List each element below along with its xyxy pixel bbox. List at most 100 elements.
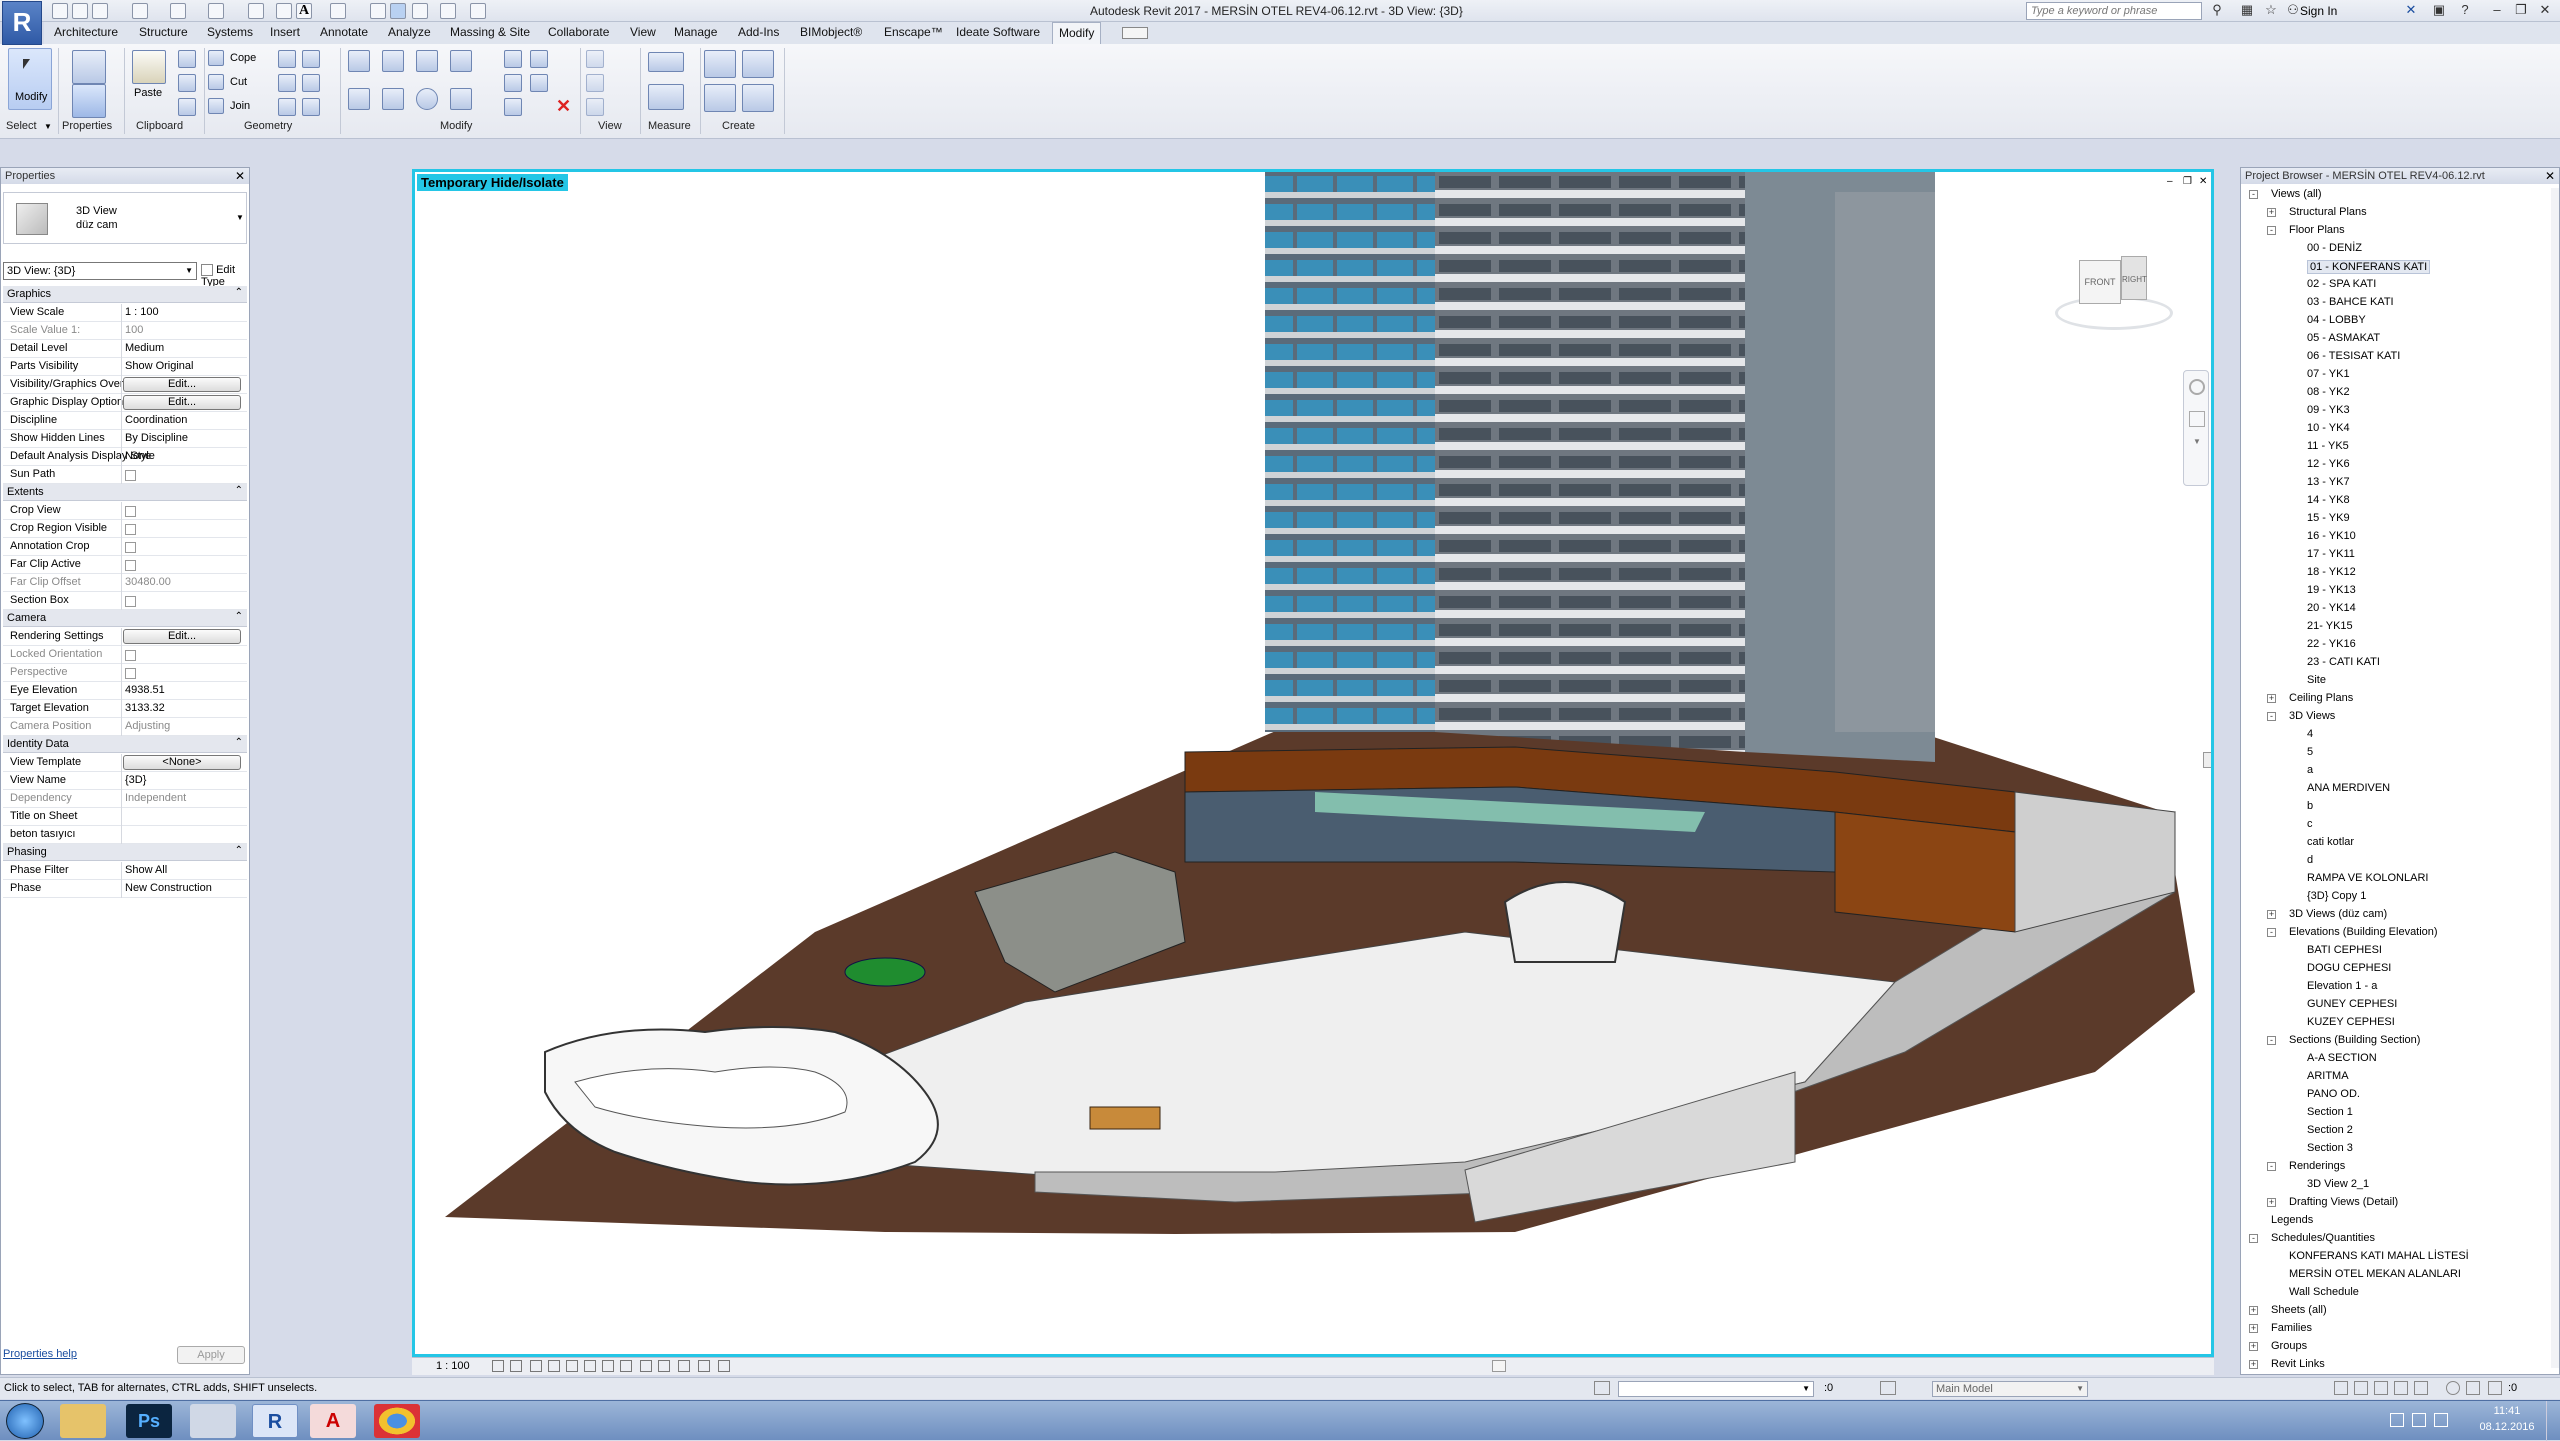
show-desktop-button[interactable] — [2546, 1401, 2560, 1441]
property-checkbox[interactable] — [125, 524, 136, 535]
restore-button[interactable]: ❐ — [2508, 1, 2534, 19]
property-row[interactable]: Default Analysis Display Style None — [3, 448, 247, 466]
property-row[interactable]: Far Clip Offset 30480.00 — [3, 574, 247, 592]
property-value[interactable]: {3D} — [125, 774, 146, 786]
property-row[interactable]: View Template <None> — [3, 754, 247, 772]
select-pinned-icon[interactable] — [2374, 1381, 2388, 1395]
tab-structure[interactable]: Structure — [139, 25, 188, 39]
tab-architecture[interactable]: Architecture — [54, 25, 118, 39]
close-hidden-icon[interactable] — [412, 3, 428, 19]
tab-systems[interactable]: Systems — [207, 25, 253, 39]
viewcube-front-face[interactable]: FRONT — [2079, 260, 2121, 304]
expand-icon[interactable]: + — [2249, 1306, 2258, 1315]
property-group-header[interactable]: Identity Data ⌃ — [3, 736, 247, 753]
property-value[interactable]: 1 : 100 — [125, 306, 159, 318]
property-group-header[interactable]: Extents ⌃ — [3, 484, 247, 501]
match-type-icon[interactable] — [178, 98, 196, 116]
property-row[interactable]: Phase Filter Show All — [3, 862, 247, 880]
close-icon[interactable]: ✕ — [235, 169, 245, 183]
zoom-dropdown-icon[interactable]: ▼ — [2193, 437, 2201, 446]
chrome-icon[interactable] — [374, 1404, 420, 1438]
property-value[interactable]: Coordination — [125, 414, 187, 426]
visual-style-icon[interactable] — [510, 1360, 522, 1372]
property-row[interactable]: Eye Elevation 4938.51 — [3, 682, 247, 700]
array-icon[interactable] — [530, 50, 548, 68]
cut-label[interactable]: Cut — [230, 76, 247, 88]
properties-icon[interactable] — [72, 84, 106, 118]
sketchup-icon[interactable] — [190, 1404, 236, 1438]
property-group-header[interactable]: Camera ⌃ — [3, 610, 247, 627]
autocad-icon[interactable]: A — [310, 1404, 356, 1438]
expand-icon[interactable]: + — [2249, 1360, 2258, 1369]
paint-icon[interactable] — [302, 50, 320, 68]
3d-viewport[interactable]: Temporary Hide/Isolate – ❐ ✕ FRONT RIGHT… — [412, 169, 2214, 1357]
property-value[interactable]: 3133.32 — [125, 702, 165, 714]
paste-label[interactable]: Paste — [134, 87, 162, 99]
dimension-icon[interactable] — [276, 3, 292, 19]
create-group-icon[interactable] — [704, 84, 736, 112]
close-button[interactable]: ✕ — [2532, 1, 2558, 19]
unlock-view-icon[interactable] — [620, 1360, 632, 1372]
beam-join-icon[interactable] — [278, 98, 296, 116]
property-checkbox[interactable] — [125, 542, 136, 553]
cut-icon[interactable] — [178, 50, 196, 68]
panel-select-label[interactable]: Select — [6, 120, 37, 132]
rendering-icon[interactable] — [566, 1360, 578, 1372]
expand-icon[interactable]: + — [2267, 910, 2276, 919]
undo-icon[interactable] — [132, 3, 148, 19]
hide-element-icon[interactable] — [586, 98, 604, 116]
background-processes-icon[interactable] — [2446, 1381, 2460, 1395]
photoshop-icon[interactable]: Ps — [126, 1404, 172, 1438]
property-edit-button[interactable]: Edit... — [123, 395, 241, 410]
property-row[interactable]: Scale Value 1: 100 — [3, 322, 247, 340]
tray-flag-icon[interactable] — [2390, 1413, 2404, 1427]
select-dropdown-icon[interactable]: ▼ — [44, 122, 52, 131]
property-value[interactable]: Adjusting — [125, 720, 170, 732]
property-value[interactable]: Show Original — [125, 360, 193, 372]
tab-annotate[interactable]: Annotate — [320, 25, 368, 39]
tab-ideate-software[interactable]: Ideate Software — [956, 25, 1040, 39]
filter-icon[interactable] — [2488, 1381, 2502, 1395]
property-group-header[interactable]: Phasing ⌃ — [3, 844, 247, 861]
property-row[interactable]: Parts Visibility Show Original — [3, 358, 247, 376]
create-parts-icon[interactable] — [742, 50, 774, 78]
expand-icon[interactable]: + — [2267, 1198, 2276, 1207]
ribbon-toggle-icon[interactable] — [1122, 27, 1148, 39]
search-input[interactable]: Type a keyword or phrase — [2026, 2, 2202, 20]
vertical-scroll-thumb[interactable] — [2203, 752, 2211, 768]
property-row[interactable]: Camera Position Adjusting — [3, 718, 247, 736]
unpin-icon[interactable] — [504, 98, 522, 116]
property-row[interactable]: Section Box — [3, 592, 247, 610]
property-value[interactable]: Medium — [125, 342, 164, 354]
view-instance-selector[interactable]: 3D View: {3D} ▼ — [3, 262, 197, 280]
property-row[interactable]: Target Elevation 3133.32 — [3, 700, 247, 718]
tab-analyze[interactable]: Analyze — [388, 25, 431, 39]
sun-path-icon[interactable] — [530, 1360, 542, 1372]
open-icon[interactable] — [52, 3, 68, 19]
cope-label[interactable]: Cope — [230, 52, 256, 64]
paste-icon[interactable] — [132, 50, 166, 84]
select-by-face-icon[interactable] — [2394, 1381, 2408, 1395]
property-value[interactable]: By Discipline — [125, 432, 188, 444]
select-underlay-icon[interactable] — [2354, 1381, 2368, 1395]
explorer-icon[interactable] — [60, 1404, 106, 1438]
tray-network-icon[interactable] — [2412, 1413, 2426, 1427]
property-value[interactable]: None — [125, 450, 151, 462]
property-row[interactable]: Show Hidden Lines By Discipline — [3, 430, 247, 448]
binoculars-icon[interactable]: ⚲ — [2204, 1, 2230, 19]
edit-type-button[interactable]: Edit Type — [201, 264, 249, 288]
collapse-icon[interactable]: - — [2267, 1162, 2276, 1171]
press-drag-icon[interactable] — [2466, 1381, 2480, 1395]
measure-between-icon[interactable] — [648, 52, 684, 72]
pin-icon[interactable] — [530, 74, 548, 92]
design-option-dropdown[interactable]: Main Model ▼ — [1932, 1381, 2088, 1397]
application-menu-button[interactable]: R — [2, 1, 42, 45]
minimize-button[interactable]: – — [2484, 1, 2510, 19]
tab-collaborate[interactable]: Collaborate — [548, 25, 609, 39]
property-row[interactable]: Far Clip Active — [3, 556, 247, 574]
property-row[interactable]: Crop Region Visible — [3, 520, 247, 538]
property-row[interactable]: Annotation Crop — [3, 538, 247, 556]
zoom-region-icon[interactable] — [2189, 411, 2205, 427]
property-value[interactable]: 100 — [125, 324, 143, 336]
tab-view[interactable]: View — [630, 25, 656, 39]
